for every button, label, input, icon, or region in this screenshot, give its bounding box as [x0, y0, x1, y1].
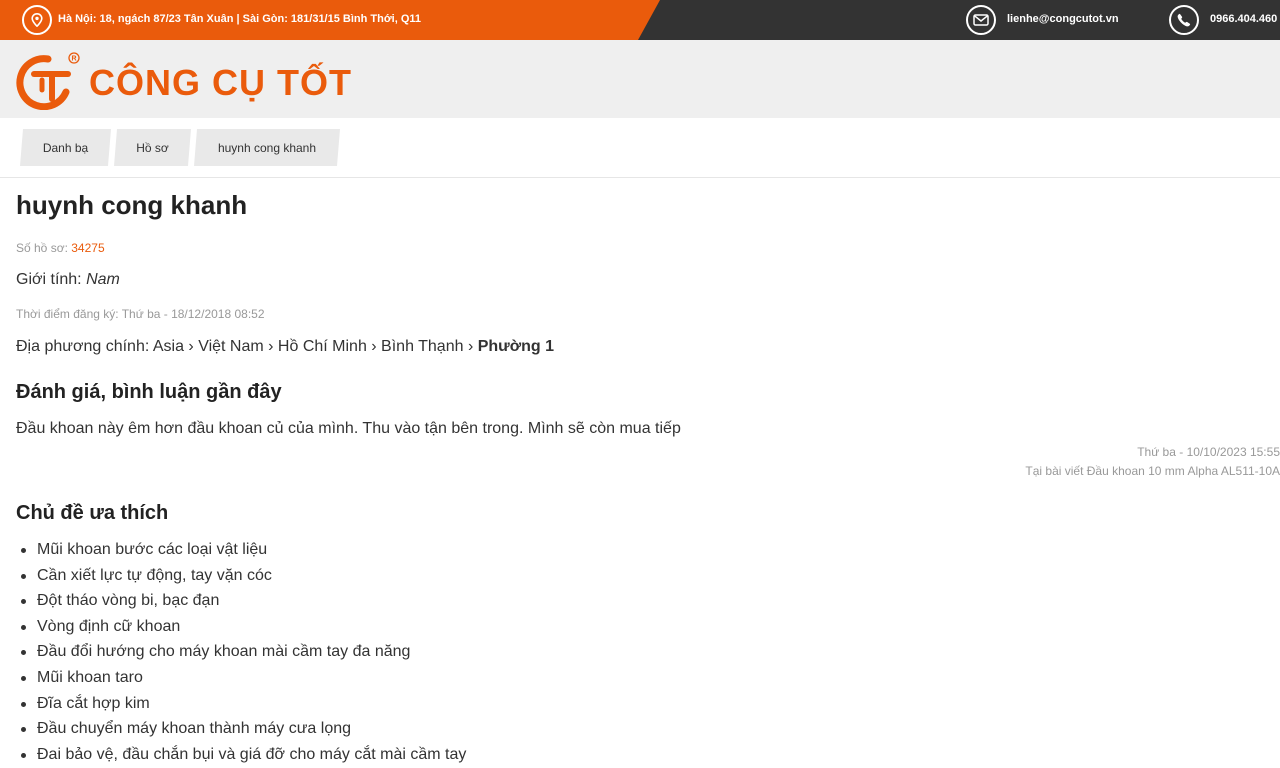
- breadcrumb-item-directory[interactable]: Danh bạ: [20, 129, 111, 166]
- list-item[interactable]: Mũi khoan taro: [16, 666, 466, 692]
- list-item[interactable]: Đai bảo vệ, đầu chắn bụi và giá đỡ cho m…: [16, 743, 466, 768]
- topic-link[interactable]: Đột tháo vòng bi, bạc đạn: [37, 592, 219, 609]
- review-source-link[interactable]: Tại bài viết Đầu khoan 10 mm Alpha AL511…: [1025, 464, 1280, 478]
- store-addresses: Hà Nội: 18, ngách 87/23 Tân Xuân | Sài G…: [58, 13, 422, 25]
- review-date: Thứ ba - 10/10/2023 15:55: [1137, 445, 1280, 459]
- breadcrumb-item-current[interactable]: huynh cong khanh: [194, 129, 340, 166]
- breadcrumb: Danh bạ Hồ sơ huynh cong khanh: [0, 118, 1280, 178]
- list-item[interactable]: Cần xiết lực tự động, tay vặn cóc: [16, 564, 466, 590]
- profile-number-value: 34275: [71, 241, 105, 255]
- phone-icon[interactable]: [1169, 5, 1199, 35]
- topic-link[interactable]: Đĩa cắt hợp kim: [37, 695, 150, 712]
- topic-link[interactable]: Cần xiết lực tự động, tay vặn cóc: [37, 567, 272, 584]
- list-item[interactable]: Đột tháo vòng bi, bạc đạn: [16, 589, 466, 615]
- profile-number-label: Số hồ sơ:: [16, 241, 68, 255]
- topic-link[interactable]: Mũi khoan taro: [37, 669, 143, 686]
- top-contact-bar: Hà Nội: 18, ngách 87/23 Tân Xuân | Sài G…: [0, 0, 1280, 40]
- location-pin-icon: [22, 5, 52, 35]
- favorites-heading: Chủ đề ưa thích: [16, 502, 169, 524]
- list-item[interactable]: Đầu đổi hướng cho máy khoan mài cầm tay …: [16, 640, 466, 666]
- favorite-topics-list: Mũi khoan bước các loại vật liệu Cần xiế…: [16, 538, 466, 768]
- site-header: R CÔNG CỤ TỐT: [0, 40, 1280, 118]
- gender-row: Giới tính: Nam: [16, 271, 120, 289]
- location-ward: Phường 1: [477, 338, 555, 355]
- contact-email-link[interactable]: lienhe@congcutot.vn: [1007, 13, 1119, 25]
- review-text: Đầu khoan này êm hơn đầu khoan củ của mì…: [16, 420, 681, 437]
- gender-value: Nam: [86, 271, 120, 288]
- topic-link[interactable]: Mũi khoan bước các loại vật liệu: [37, 541, 267, 558]
- reviews-heading: Đánh giá, bình luận gần đây: [16, 381, 282, 403]
- profile-number: Số hồ sơ: 34275: [16, 241, 105, 255]
- gender-label: Giới tính:: [16, 271, 82, 288]
- list-item[interactable]: Đầu chuyển máy khoan thành máy cưa lọng: [16, 717, 466, 743]
- list-item[interactable]: Mũi khoan bước các loại vật liệu: [16, 538, 466, 564]
- topic-link[interactable]: Đai bảo vệ, đầu chắn bụi và giá đỡ cho m…: [37, 746, 466, 763]
- page-title: huynh cong khanh: [16, 190, 248, 220]
- svg-text:R: R: [71, 56, 76, 63]
- topic-link[interactable]: Vòng định cữ khoan: [37, 618, 180, 635]
- breadcrumb-item-profiles[interactable]: Hồ sơ: [114, 129, 191, 166]
- logo-icon[interactable]: R: [14, 50, 84, 115]
- location-path: Asia › Việt Nam › Hồ Chí Minh › Bình Thạ…: [152, 338, 474, 355]
- list-item[interactable]: Đĩa cắt hợp kim: [16, 692, 466, 718]
- main-location: Địa phương chính: Asia › Việt Nam › Hồ C…: [16, 338, 554, 356]
- topic-link[interactable]: Đầu chuyển máy khoan thành máy cưa lọng: [37, 720, 351, 737]
- logo-text[interactable]: CÔNG CỤ TỐT: [89, 63, 352, 103]
- envelope-icon[interactable]: [966, 5, 996, 35]
- contact-phone-link[interactable]: 0966.404.460: [1210, 13, 1277, 25]
- list-item[interactable]: Vòng định cữ khoan: [16, 615, 466, 641]
- location-label: Địa phương chính:: [16, 338, 150, 355]
- topic-link[interactable]: Đầu đổi hướng cho máy khoan mài cầm tay …: [37, 643, 410, 660]
- registration-time: Thời điểm đăng ký: Thứ ba - 18/12/2018 0…: [16, 307, 265, 321]
